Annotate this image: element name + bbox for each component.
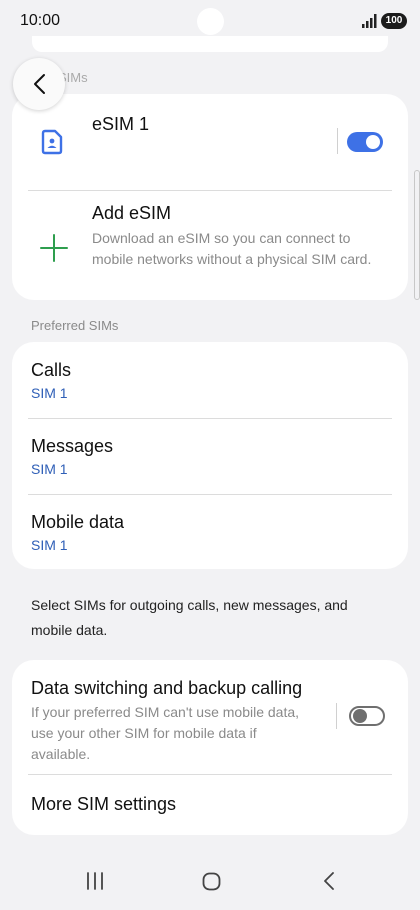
data-switching-toggle[interactable] [349,706,385,726]
back-icon[interactable] [323,872,335,890]
messages-value: SIM 1 [31,461,68,477]
previous-card-edge [32,36,388,52]
toggle-knob [353,709,367,723]
navigation-bar [0,856,420,910]
preferred-sims-card: Calls SIM 1 Messages SIM 1 Mobile data S… [12,342,408,569]
mobile-data-row[interactable]: Mobile data SIM 1 [12,495,408,569]
data-switching-description: If your preferred SIM can't use mobile d… [31,704,300,762]
add-esim-title: Add eSIM [92,203,172,223]
esim1-toggle[interactable] [347,132,383,152]
mobile-data-value: SIM 1 [31,537,68,553]
mobile-data-title: Mobile data [31,512,125,532]
sim-card-icon [41,129,63,155]
more-sim-settings-row[interactable]: More SIM settings [12,775,408,835]
more-sim-settings-title: More SIM settings [31,794,177,814]
recents-icon[interactable] [86,872,104,890]
chevron-left-icon [34,74,45,94]
add-esim-row[interactable]: Add eSIM Download an eSIM so you can con… [12,191,408,300]
calls-row[interactable]: Calls SIM 1 [12,342,408,418]
calls-value: SIM 1 [31,385,68,401]
add-esim-description: Download an eSIM so you can connect to m… [92,230,372,267]
sims-card: eSIM 1 Add eSIM Download an eSIM so you … [12,94,408,300]
toggle-knob [366,135,380,149]
signal-icon [362,14,377,28]
esim1-name: eSIM 1 [92,114,150,134]
calls-title: Calls [31,360,72,380]
esim1-row[interactable]: eSIM 1 [12,94,408,190]
toggle-separator [337,128,338,154]
data-switching-card: Data switching and backup calling If you… [12,660,408,835]
toggle-separator [336,703,337,729]
data-switching-title: Data switching and backup calling [31,678,303,698]
home-icon[interactable] [202,872,221,891]
preferred-sims-info: Select SIMs for outgoing calls, new mess… [31,597,348,638]
data-switching-row[interactable]: Data switching and backup calling If you… [12,660,408,774]
messages-row[interactable]: Messages SIM 1 [12,419,408,494]
preferred-sims-label: Preferred SIMs [31,318,119,333]
status-time: 10:00 [20,12,61,29]
plus-icon [40,234,68,262]
camera-cutout [197,8,224,35]
scrollbar[interactable] [414,170,420,300]
back-button[interactable] [13,58,65,110]
messages-title: Messages [31,436,114,456]
battery-indicator: 100 [381,13,407,29]
